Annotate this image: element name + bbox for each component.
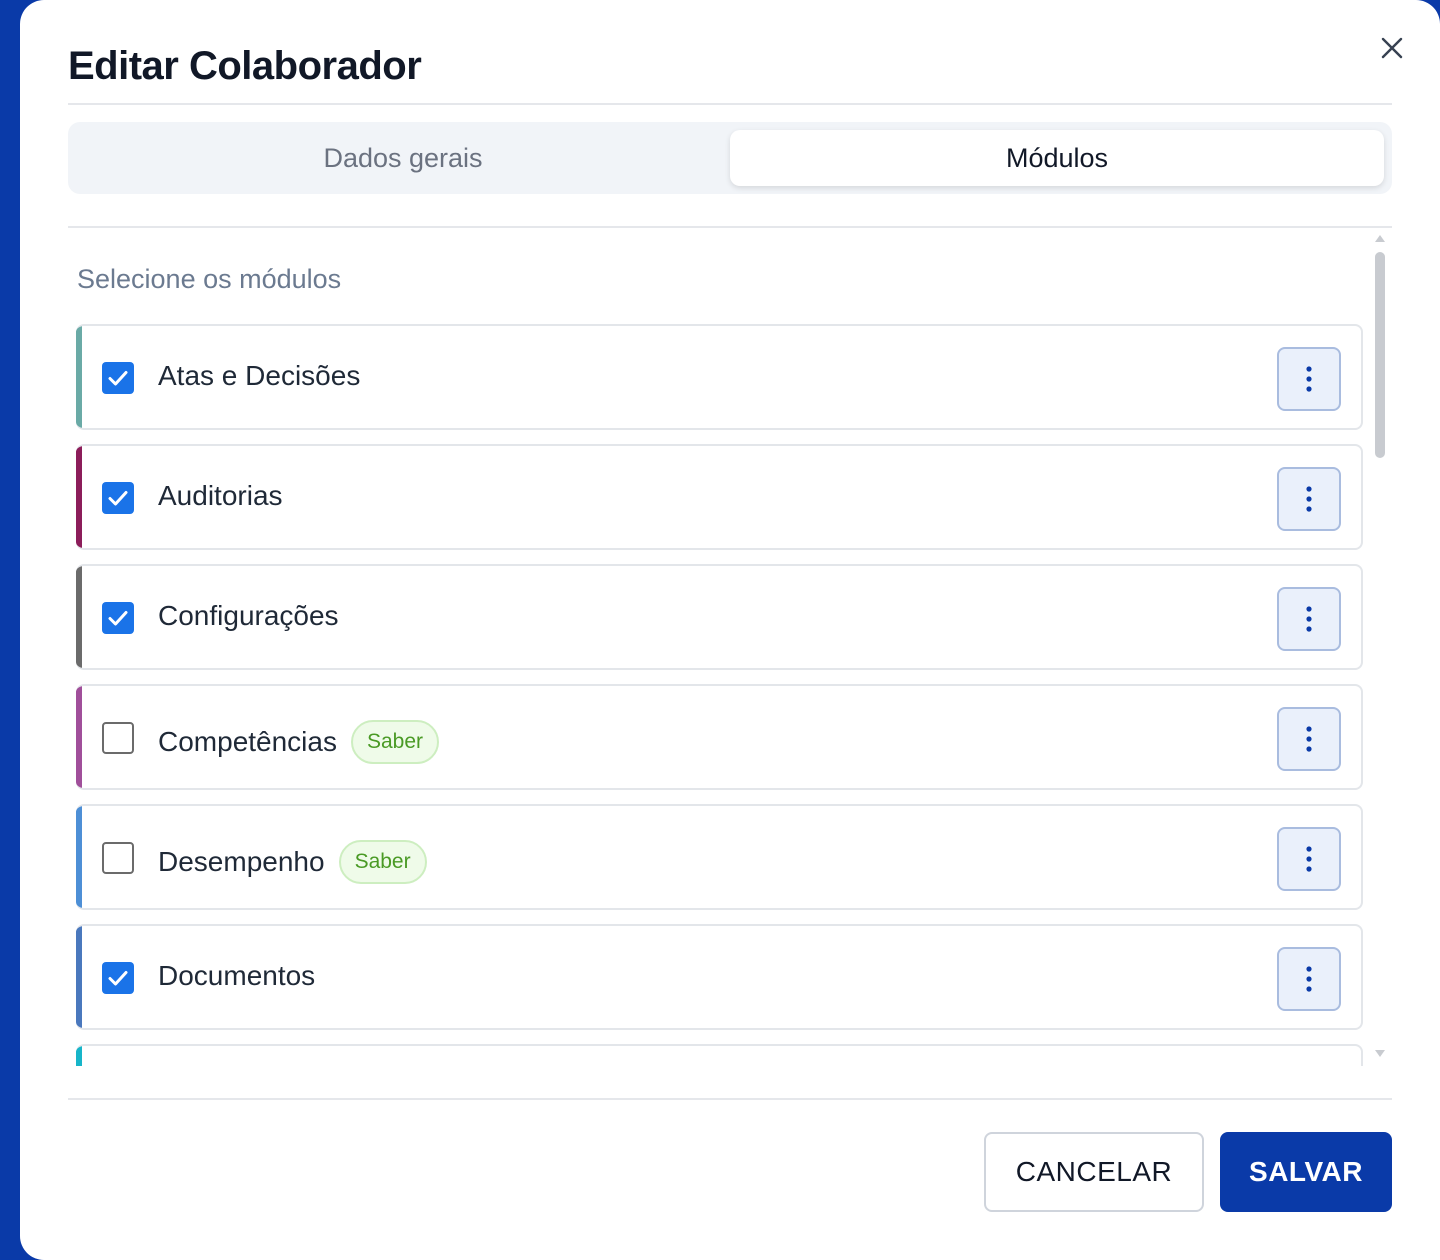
module-checkbox[interactable] bbox=[102, 482, 134, 514]
module-options-button[interactable] bbox=[1277, 347, 1341, 411]
module-name-group: Atas e Decisões bbox=[158, 360, 360, 392]
save-button[interactable]: SALVAR bbox=[1220, 1132, 1392, 1212]
module-options-button[interactable] bbox=[1277, 707, 1341, 771]
module-options-button[interactable] bbox=[1277, 467, 1341, 531]
module-checkbox[interactable] bbox=[102, 722, 134, 754]
checkmark-icon bbox=[108, 371, 128, 386]
tab-bar: Dados gerais Módulos bbox=[68, 122, 1392, 194]
more-vertical-icon bbox=[1306, 606, 1312, 632]
scroll-down-arrow-icon[interactable] bbox=[1374, 1048, 1386, 1060]
module-checkbox[interactable] bbox=[102, 842, 134, 874]
module-name-group: Documentos bbox=[158, 960, 315, 992]
tabs-divider bbox=[68, 226, 1392, 228]
dialog-title: Editar Colaborador bbox=[68, 44, 422, 88]
module-checkbox[interactable] bbox=[102, 962, 134, 994]
module-row[interactable]: Configurações bbox=[76, 564, 1363, 670]
module-row[interactable] bbox=[76, 1044, 1363, 1066]
module-name-group: Competências Saber bbox=[158, 720, 440, 764]
module-color-accent bbox=[76, 806, 82, 908]
module-name: Configurações bbox=[158, 600, 339, 631]
module-name-group: Configurações bbox=[158, 600, 339, 632]
module-checkbox[interactable] bbox=[102, 602, 134, 634]
scrollbar[interactable] bbox=[1370, 230, 1390, 1066]
modules-scroll-area[interactable]: Selecione os módulos Atas e Decisões Audi… bbox=[68, 230, 1392, 1066]
modules-section-label: Selecione os módulos bbox=[77, 264, 342, 294]
checkmark-icon bbox=[108, 491, 128, 506]
more-vertical-icon bbox=[1306, 726, 1312, 752]
module-options-button[interactable] bbox=[1277, 827, 1341, 891]
more-vertical-icon bbox=[1306, 966, 1312, 992]
module-color-accent bbox=[76, 686, 82, 788]
tab-modules[interactable]: Módulos bbox=[730, 130, 1384, 186]
module-row[interactable]: Atas e Decisões bbox=[76, 324, 1363, 430]
cancel-button[interactable]: CANCELAR bbox=[984, 1132, 1204, 1212]
more-vertical-icon bbox=[1306, 486, 1312, 512]
module-badge: Saber bbox=[338, 840, 427, 884]
module-checkbox[interactable] bbox=[102, 362, 134, 394]
module-name-group: Desempenho Saber bbox=[158, 840, 427, 884]
checkmark-icon bbox=[108, 611, 128, 626]
more-vertical-icon bbox=[1306, 846, 1312, 872]
module-name: Documentos bbox=[158, 960, 316, 991]
module-color-accent bbox=[76, 926, 82, 1028]
module-color-accent bbox=[76, 446, 82, 548]
module-color-accent bbox=[76, 1046, 82, 1066]
module-options-button[interactable] bbox=[1277, 947, 1341, 1011]
scrollbar-thumb[interactable] bbox=[1375, 252, 1385, 458]
more-vertical-icon bbox=[1306, 366, 1312, 392]
module-options-button[interactable] bbox=[1277, 587, 1341, 651]
module-badge: Saber bbox=[350, 720, 440, 764]
scroll-up-arrow-icon[interactable] bbox=[1374, 232, 1386, 244]
module-name: Desempenho bbox=[158, 846, 325, 877]
close-icon bbox=[1381, 37, 1403, 59]
header-divider bbox=[68, 103, 1392, 105]
tab-general-data[interactable]: Dados gerais bbox=[76, 130, 730, 186]
module-name: Competências bbox=[158, 726, 337, 757]
edit-employee-dialog: Editar Colaborador Dados gerais Módulos … bbox=[20, 0, 1440, 1260]
module-row[interactable]: Competências Saber bbox=[76, 684, 1363, 790]
module-color-accent bbox=[76, 566, 82, 668]
module-name-group: Auditorias bbox=[158, 480, 283, 512]
module-row[interactable]: Desempenho Saber bbox=[76, 804, 1363, 910]
module-name: Atas e Decisões bbox=[158, 360, 361, 391]
close-button[interactable] bbox=[1376, 32, 1408, 64]
module-row[interactable]: Auditorias bbox=[76, 444, 1363, 550]
module-color-accent bbox=[76, 326, 82, 428]
module-row[interactable]: Documentos bbox=[76, 924, 1363, 1030]
footer-divider bbox=[68, 1098, 1392, 1100]
checkmark-icon bbox=[108, 971, 128, 986]
module-name: Auditorias bbox=[158, 480, 283, 511]
